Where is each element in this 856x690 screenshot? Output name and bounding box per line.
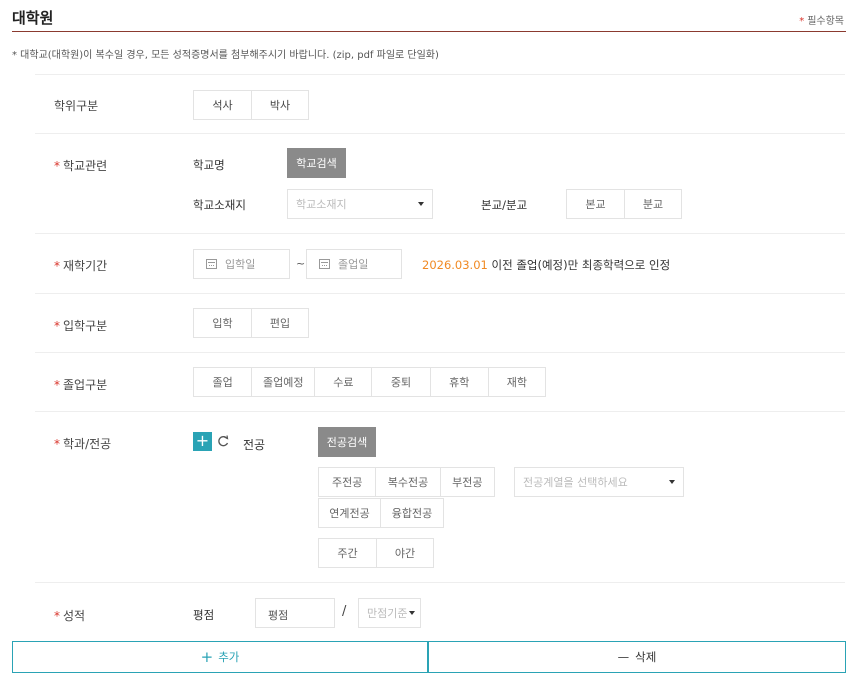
required-star-icon: * xyxy=(54,378,60,392)
calendar-icon xyxy=(319,259,330,269)
row-divider xyxy=(35,74,845,75)
major-type-group: 주전공 복수전공 부전공 xyxy=(318,467,495,497)
graduation-option-leave[interactable]: 휴학 xyxy=(431,368,489,396)
grades-label: * 성적 xyxy=(54,609,86,623)
major-type-double[interactable]: 복수전공 xyxy=(376,468,441,496)
required-star-icon: * xyxy=(54,609,60,623)
date-separator: ~ xyxy=(296,257,306,270)
row-divider xyxy=(35,582,845,583)
plus-icon: + xyxy=(200,648,214,666)
major-search-button[interactable]: 전공검색 xyxy=(318,427,376,457)
period-label: * 재학기간 xyxy=(54,259,108,273)
start-date-input[interactable]: 입학일 xyxy=(193,249,290,279)
required-star-icon: * xyxy=(54,159,60,173)
degree-option-doctor[interactable]: 박사 xyxy=(252,91,308,119)
add-entry-button[interactable]: + 추가 xyxy=(12,641,428,673)
gpa-slash: / xyxy=(342,604,347,619)
note-date: 2026.03.01 xyxy=(422,258,488,272)
row-divider xyxy=(35,293,845,294)
title-divider xyxy=(12,31,846,32)
school-location-label: 학교소재지 xyxy=(193,198,246,212)
major-label: * 학과/전공 xyxy=(54,437,112,451)
school-search-button[interactable]: 학교검색 xyxy=(287,148,346,178)
graduation-option-completed[interactable]: 수료 xyxy=(315,368,373,396)
gpa-input[interactable]: 평점 xyxy=(255,598,335,628)
section-title: 대학원 xyxy=(12,9,54,27)
school-name-label: 학교명 xyxy=(193,158,225,172)
attachment-notice: * 대학교(대학원)이 복수일 경우, 모든 성적증명서를 첨부해주시기 바랍니… xyxy=(12,50,439,61)
time-option-day[interactable]: 주간 xyxy=(319,539,377,567)
branch-toggle-group: 본교 분교 xyxy=(566,189,682,219)
major-type-group-2: 연계전공 융합전공 xyxy=(318,498,444,528)
admission-toggle-group: 입학 편입 xyxy=(193,308,309,338)
row-divider xyxy=(35,352,845,353)
graduation-label: * 졸업구분 xyxy=(54,378,108,392)
day-night-group: 주간 야간 xyxy=(318,538,434,568)
graduation-option-dropout[interactable]: 중퇴 xyxy=(372,368,431,396)
chevron-down-icon xyxy=(409,611,415,615)
degree-label: 학위구분 xyxy=(54,99,99,113)
required-star-icon: * xyxy=(799,16,805,27)
gpa-label: 평점 xyxy=(193,608,215,622)
refresh-icon[interactable] xyxy=(215,432,232,451)
graduation-toggle-group: 졸업 졸업예정 수료 중퇴 휴학 재학 xyxy=(193,367,546,397)
graduation-option-expected[interactable]: 졸업예정 xyxy=(252,368,316,396)
degree-toggle-group: 석사 박사 xyxy=(193,90,309,120)
admission-option-transfer[interactable]: 편입 xyxy=(252,309,308,337)
calendar-icon xyxy=(206,259,217,269)
chevron-down-icon xyxy=(669,480,675,484)
branch-option-main[interactable]: 본교 xyxy=(567,190,625,218)
school-label: * 학교관련 xyxy=(54,159,108,173)
end-date-input[interactable]: 졸업일 xyxy=(306,249,402,279)
gpa-scale-select[interactable]: 만점기준 xyxy=(358,598,421,628)
add-major-button[interactable]: + xyxy=(193,432,212,451)
admission-option-entry[interactable]: 입학 xyxy=(194,309,252,337)
required-star-icon: * xyxy=(54,319,60,333)
required-legend: * 필수항목 xyxy=(799,12,844,27)
minus-icon: — xyxy=(617,650,630,664)
chevron-down-icon xyxy=(418,202,424,206)
row-divider xyxy=(35,133,845,134)
degree-option-master[interactable]: 석사 xyxy=(194,91,252,119)
branch-label: 본교/분교 xyxy=(481,198,528,212)
graduation-date-note: 2026.03.01 이전 졸업(예정)만 최종학력으로 인정 xyxy=(422,258,671,272)
major-field-select[interactable]: 전공계열을 선택하세요 xyxy=(514,467,684,497)
major-text: 전공 xyxy=(243,438,266,452)
major-type-primary[interactable]: 주전공 xyxy=(319,468,377,496)
graduation-option-enrolled[interactable]: 재학 xyxy=(489,368,545,396)
time-option-night[interactable]: 야간 xyxy=(377,539,433,567)
school-location-select[interactable]: 학교소재지 xyxy=(287,189,433,219)
major-type-convergence[interactable]: 융합전공 xyxy=(381,499,443,527)
required-star-icon: * xyxy=(54,259,60,273)
major-type-minor[interactable]: 부전공 xyxy=(441,468,494,496)
row-divider xyxy=(35,411,845,412)
row-divider xyxy=(35,233,845,234)
graduation-option-graduated[interactable]: 졸업 xyxy=(194,368,253,396)
branch-option-branch[interactable]: 분교 xyxy=(625,190,681,218)
required-star-icon: * xyxy=(54,437,60,451)
admission-label: * 입학구분 xyxy=(54,319,108,333)
major-type-linked[interactable]: 연계전공 xyxy=(319,499,382,527)
delete-entry-button[interactable]: — 삭제 xyxy=(428,641,846,673)
required-legend-text: 필수항목 xyxy=(807,16,844,27)
